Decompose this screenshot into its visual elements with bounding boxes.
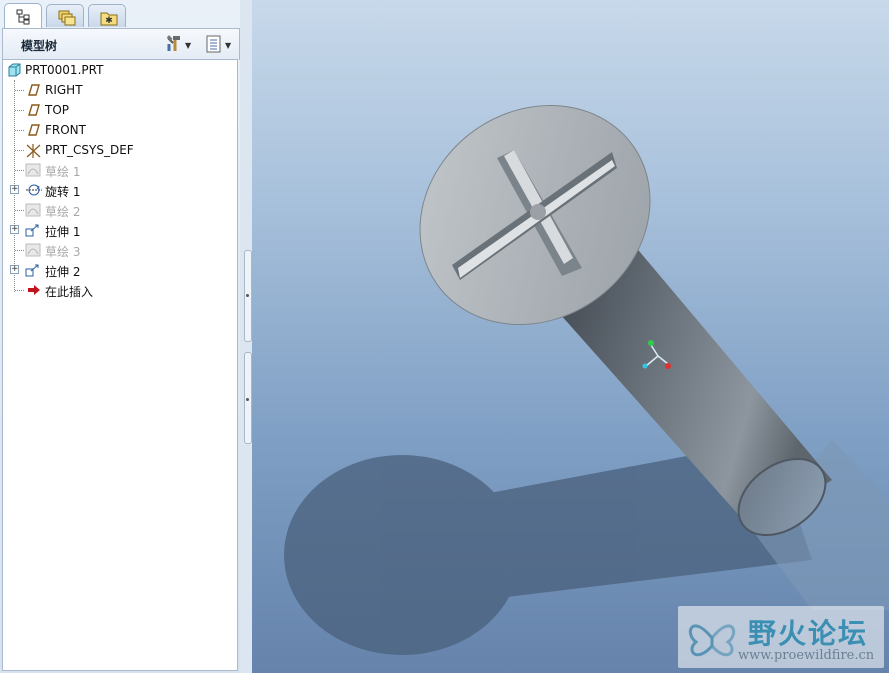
- sketch-icon: [25, 203, 41, 217]
- tree-connector: [15, 90, 24, 91]
- grip-dot: [246, 294, 249, 297]
- tree-item-label: 草绘 1: [45, 165, 81, 179]
- tree-item-label: 拉伸 1: [45, 225, 81, 239]
- extrude-icon: [25, 263, 41, 277]
- tree-connector: [15, 290, 24, 291]
- model-tree-header: 模型树 ▼ ▼: [2, 28, 240, 60]
- folders-icon: [58, 10, 76, 29]
- watermark-url: www.proewildfire.cn: [738, 648, 875, 663]
- butterfly-logo-icon: [688, 624, 736, 657]
- tree-item-label: 旋转 1: [45, 185, 81, 199]
- tools-icon: [165, 34, 183, 56]
- tree-root-item[interactable]: PRT0001.PRT: [3, 60, 233, 80]
- tree-connector: [15, 170, 24, 171]
- list-icon: [205, 35, 223, 56]
- model-tree-tab[interactable]: [4, 3, 42, 29]
- tree-item-extrude-2[interactable]: + 拉伸 2: [3, 260, 233, 280]
- svg-text:✱: ✱: [105, 16, 113, 26]
- expand-icon[interactable]: +: [10, 265, 19, 274]
- extrude-icon: [25, 223, 41, 237]
- tree-item-front[interactable]: FRONT: [3, 120, 233, 140]
- tree-item-insert-here[interactable]: 在此插入: [3, 280, 233, 300]
- tree-root-label: PRT0001.PRT: [25, 63, 104, 77]
- tree-item-csys[interactable]: PRT_CSYS_DEF: [3, 140, 233, 160]
- layers-tab[interactable]: [46, 4, 84, 27]
- sketch-icon: [25, 243, 41, 257]
- model-tree: PRT0001.PRT RIGHT TOP FRONT PRT_CSYS_DEF…: [2, 59, 238, 671]
- navigator-panel: ✱ 模型树 ▼ ▼ PRT0001.PRT RIGHT TOP FRONT PR…: [0, 0, 244, 673]
- watermark-title: 野火论坛: [748, 617, 869, 650]
- tree-connector: [15, 210, 24, 211]
- model-tree-title: 模型树: [21, 39, 58, 53]
- expand-icon[interactable]: +: [10, 225, 19, 234]
- tree-settings-button[interactable]: ▼: [165, 34, 192, 56]
- forum-watermark: 野火论坛 www.proewildfire.cn: [678, 606, 884, 668]
- graphics-viewport[interactable]: 野火论坛 www.proewildfire.cn: [252, 0, 889, 673]
- tree-item-label: RIGHT: [45, 83, 83, 97]
- datum-plane-icon: [25, 103, 41, 117]
- datum-plane-icon: [25, 123, 41, 137]
- insert-arrow-icon: [27, 283, 43, 297]
- tree-item-sketch-2[interactable]: 草绘 2: [3, 200, 233, 220]
- tree-item-label: 草绘 2: [45, 205, 81, 219]
- tree-item-label: PRT_CSYS_DEF: [45, 143, 134, 157]
- tree-item-label: 在此插入: [45, 285, 94, 299]
- tree-item-extrude-1[interactable]: + 拉伸 1: [3, 220, 233, 240]
- csys-icon: [25, 143, 41, 158]
- tree-item-right[interactable]: RIGHT: [3, 80, 233, 100]
- chevron-down-icon: ▼: [185, 40, 192, 50]
- tree-item-label: TOP: [45, 103, 70, 117]
- expand-icon[interactable]: +: [10, 185, 19, 194]
- chevron-down-icon: ▼: [225, 40, 232, 50]
- tree-item-label: FRONT: [45, 123, 86, 137]
- favorites-tab[interactable]: ✱: [88, 4, 126, 27]
- tree-item-sketch-1[interactable]: 草绘 1: [3, 160, 233, 180]
- revolve-icon: [25, 183, 42, 197]
- tree-item-label: 草绘 3: [45, 245, 81, 259]
- tree-item-revolve-1[interactable]: + 旋转 1: [3, 180, 233, 200]
- splitter-grip-bottom[interactable]: [244, 352, 252, 444]
- tree-item-top[interactable]: TOP: [3, 100, 233, 120]
- tree-item-label: 拉伸 2: [45, 265, 81, 279]
- datum-plane-icon: [25, 83, 41, 97]
- tree-item-sketch-3[interactable]: 草绘 3: [3, 240, 233, 260]
- grip-dot: [246, 398, 249, 401]
- tree-connector: [15, 130, 24, 131]
- star-folder-icon: ✱: [100, 10, 118, 29]
- splitter-grip-top[interactable]: [244, 250, 252, 342]
- tree-connector: [15, 110, 24, 111]
- tree-show-button[interactable]: ▼: [205, 35, 231, 55]
- panel-splitter[interactable]: [240, 0, 252, 673]
- tree-connector: [15, 150, 24, 151]
- screw-model: [284, 104, 889, 655]
- part-icon: [7, 63, 23, 77]
- tree-connector: [15, 250, 24, 251]
- sketch-icon: [25, 163, 41, 177]
- tree-icon: [16, 9, 32, 28]
